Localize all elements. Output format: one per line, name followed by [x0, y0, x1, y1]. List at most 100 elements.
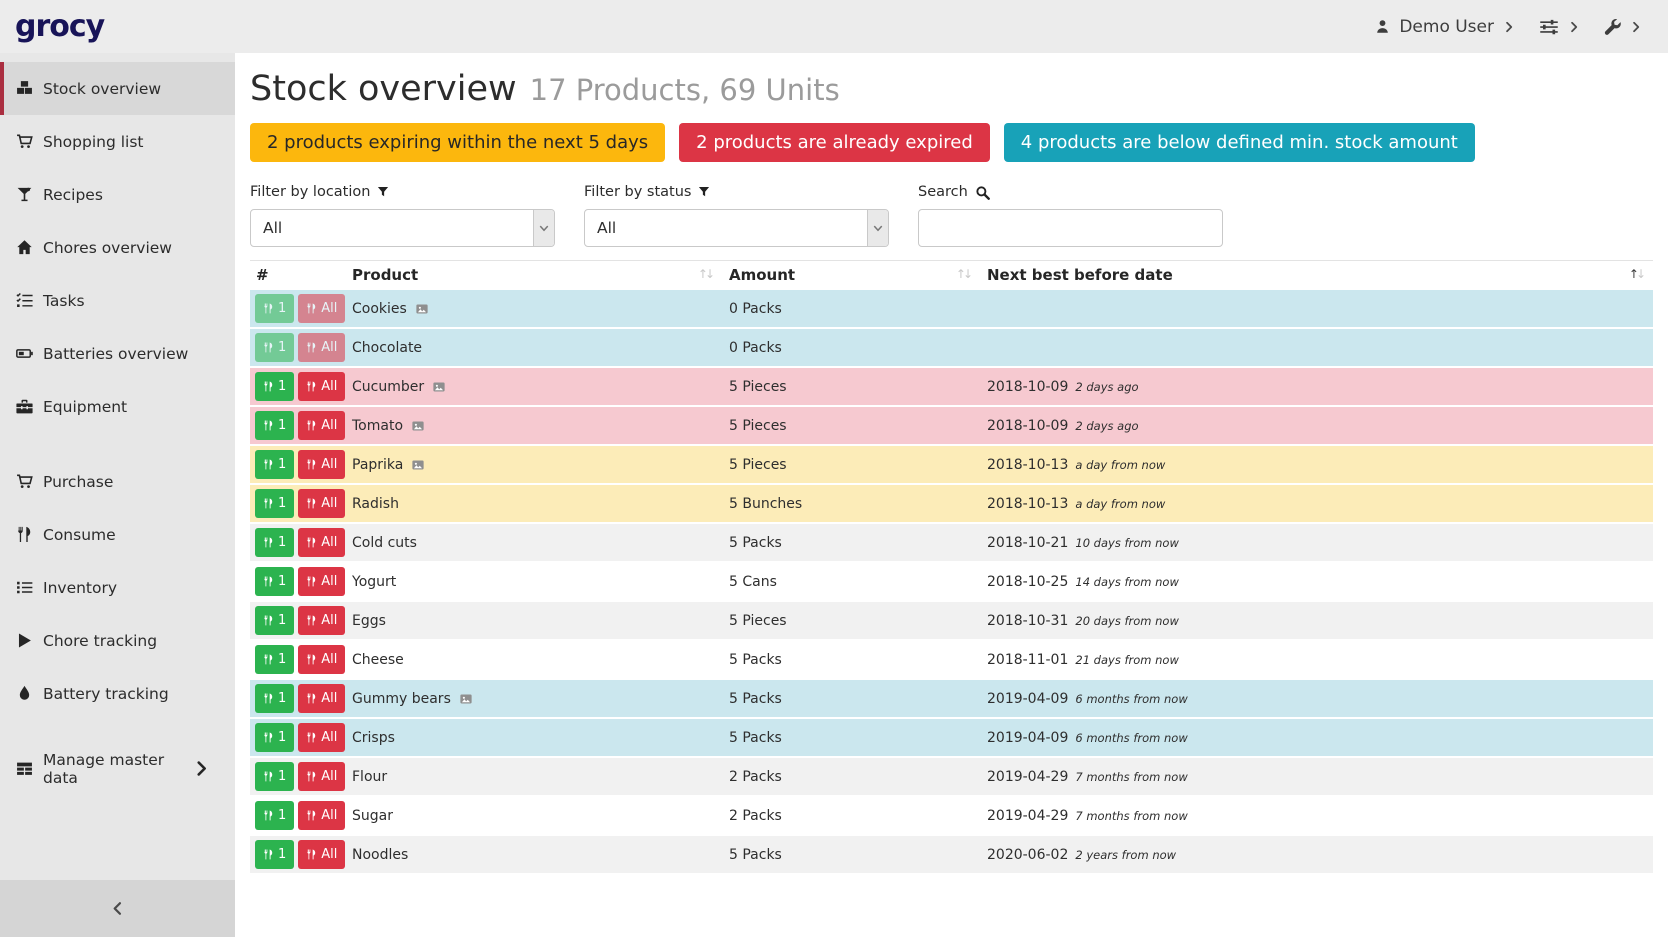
- consume-all-button[interactable]: All: [298, 567, 345, 596]
- consume-all-button[interactable]: All: [298, 294, 345, 323]
- table-row: 1AllGummy bears5 Packs2019-04-096 months…: [250, 680, 1653, 719]
- info-alert-button[interactable]: 4 products are below defined min. stock …: [1004, 123, 1475, 162]
- consume-one-button[interactable]: 1: [255, 723, 294, 752]
- consume-all-button[interactable]: All: [298, 762, 345, 791]
- product-cell: Paprika: [342, 457, 722, 473]
- sidebar-item-label: Purchase: [43, 473, 113, 491]
- sidebar-item-chores-overview[interactable]: Chores overview: [0, 221, 235, 274]
- consume-one-button[interactable]: 1: [255, 684, 294, 713]
- bbd-relative: 2 days ago: [1075, 419, 1138, 433]
- consume-all-button[interactable]: All: [298, 723, 345, 752]
- consume-one-label: 1: [278, 691, 286, 706]
- sidebar-item-consume[interactable]: Consume: [0, 508, 235, 561]
- product-cell: Sugar: [342, 808, 722, 824]
- admin-menu[interactable]: [1604, 18, 1642, 35]
- consume-all-button[interactable]: All: [298, 489, 345, 518]
- sort-icon: ↑↓: [698, 267, 712, 281]
- consume-all-button[interactable]: All: [298, 801, 345, 830]
- sidebar-item-stock-overview[interactable]: Stock overview: [0, 62, 235, 115]
- consume-one-button[interactable]: 1: [255, 333, 294, 362]
- consume-one-button[interactable]: 1: [255, 762, 294, 791]
- consume-one-button[interactable]: 1: [255, 840, 294, 869]
- consume-one-label: 1: [278, 652, 286, 667]
- consume-one-button[interactable]: 1: [255, 645, 294, 674]
- sidebar-item-equipment[interactable]: Equipment: [0, 380, 235, 433]
- sidebar-item-shopping-list[interactable]: Shopping list: [0, 115, 235, 168]
- sidebar-item-manage-master-data[interactable]: Manage master data: [0, 742, 235, 795]
- select-dropdown-button[interactable]: [867, 210, 888, 246]
- consume-all-label: All: [321, 418, 337, 433]
- utensils-icon: [306, 653, 317, 666]
- product-cell: Crisps: [342, 730, 722, 746]
- utensils-icon: [306, 575, 317, 588]
- consume-all-button[interactable]: All: [298, 528, 345, 557]
- amount-cell: 5 Packs: [722, 847, 980, 863]
- grocy-logo[interactable]: grocy: [15, 9, 104, 44]
- product-cell: Cookies: [342, 301, 722, 317]
- consume-one-button[interactable]: 1: [255, 411, 294, 440]
- consume-all-button[interactable]: All: [298, 411, 345, 440]
- product-name: Cheese: [352, 652, 404, 668]
- amount-cell: 2 Packs: [722, 808, 980, 824]
- utensils-icon: [306, 731, 317, 744]
- table-row: 1AllCrisps5 Packs2019-04-096 months from…: [250, 719, 1653, 758]
- best-before-cell: 2018-10-13a day from now: [980, 457, 1653, 473]
- consume-all-button[interactable]: All: [298, 450, 345, 479]
- column-header-product[interactable]: Product↑↓: [342, 266, 722, 284]
- sidebar-item-inventory[interactable]: Inventory: [0, 561, 235, 614]
- bbd-relative: 10 days from now: [1075, 536, 1179, 550]
- column-header-next-best-before-date[interactable]: Next best before date↑↓: [980, 266, 1653, 284]
- settings-menu[interactable]: [1539, 17, 1580, 37]
- consume-all-button[interactable]: All: [298, 840, 345, 869]
- consume-one-button[interactable]: 1: [255, 606, 294, 635]
- status-filter-label: Filter by status: [584, 184, 889, 200]
- droplet-icon: [15, 685, 34, 702]
- user-menu[interactable]: Demo User: [1375, 17, 1515, 37]
- utensils-icon: [263, 536, 274, 549]
- search-label-text: Search: [918, 184, 968, 200]
- sidebar-item-label: Consume: [43, 526, 116, 544]
- sidebar-item-recipes[interactable]: Recipes: [0, 168, 235, 221]
- sidebar-collapse-button[interactable]: [0, 880, 235, 937]
- page-header: Stock overview 17 Products, 69 Units: [250, 69, 1653, 109]
- consume-one-button[interactable]: 1: [255, 450, 294, 479]
- consume-all-button[interactable]: All: [298, 606, 345, 635]
- utensils-icon: [306, 497, 317, 510]
- sidebar-item-label: Batteries overview: [43, 345, 188, 363]
- danger-alert-button[interactable]: 2 products are already expired: [679, 123, 990, 162]
- consume-all-button[interactable]: All: [298, 372, 345, 401]
- location-filter-select[interactable]: All: [250, 209, 555, 247]
- product-image-icon: [415, 303, 429, 315]
- status-filter-select[interactable]: All: [584, 209, 889, 247]
- consume-all-button[interactable]: All: [298, 684, 345, 713]
- consume-one-label: 1: [278, 301, 286, 316]
- consume-one-button[interactable]: 1: [255, 528, 294, 557]
- row-actions-cell: 1All: [250, 723, 342, 752]
- select-dropdown-button[interactable]: [533, 210, 554, 246]
- consume-all-label: All: [321, 847, 337, 862]
- product-cell: Tomato: [342, 418, 722, 434]
- home-icon: [15, 239, 34, 256]
- bbd-date: 2019-04-09: [987, 691, 1068, 707]
- sidebar-item-chore-tracking[interactable]: Chore tracking: [0, 614, 235, 667]
- consume-one-label: 1: [278, 457, 286, 472]
- warning-alert-button[interactable]: 2 products expiring within the next 5 da…: [250, 123, 665, 162]
- utensils-icon: [263, 809, 274, 822]
- sidebar-item-tasks[interactable]: Tasks: [0, 274, 235, 327]
- consume-one-button[interactable]: 1: [255, 294, 294, 323]
- search-input[interactable]: [918, 209, 1223, 247]
- table-row: 1AllCucumber5 Pieces2018-10-092 days ago: [250, 368, 1653, 407]
- consume-all-button[interactable]: All: [298, 333, 345, 362]
- consume-one-button[interactable]: 1: [255, 489, 294, 518]
- utensils-icon: [306, 536, 317, 549]
- sidebar-item-purchase[interactable]: Purchase: [0, 455, 235, 508]
- bbd-date: 2019-04-29: [987, 769, 1068, 785]
- consume-all-button[interactable]: All: [298, 645, 345, 674]
- consume-all-label: All: [321, 496, 337, 511]
- column-header-amount[interactable]: Amount↑↓: [722, 266, 980, 284]
- consume-one-button[interactable]: 1: [255, 372, 294, 401]
- sidebar-item-batteries-overview[interactable]: Batteries overview: [0, 327, 235, 380]
- consume-one-button[interactable]: 1: [255, 801, 294, 830]
- sidebar-item-battery-tracking[interactable]: Battery tracking: [0, 667, 235, 720]
- consume-one-button[interactable]: 1: [255, 567, 294, 596]
